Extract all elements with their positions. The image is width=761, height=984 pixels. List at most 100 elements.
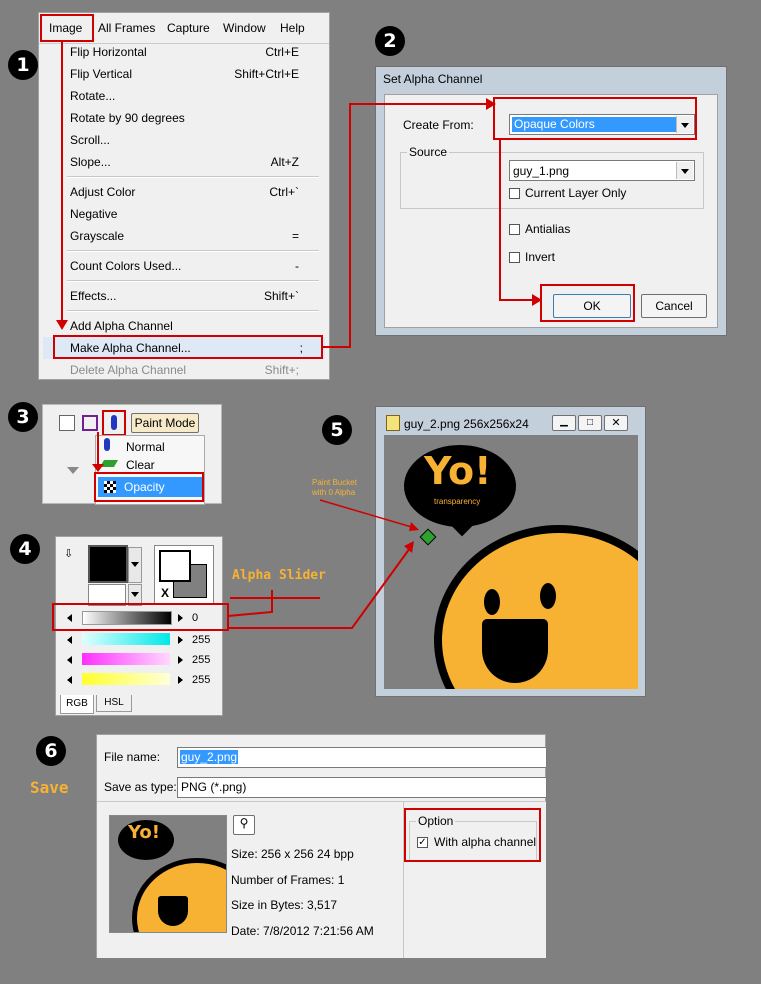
chevron-down-icon <box>131 562 139 567</box>
menu-panel: Image All Frames Capture Window Help Fli… <box>38 12 330 380</box>
highlight-alpha-slider <box>52 603 229 631</box>
magnifier-icon: ⚲ <box>239 816 249 830</box>
yellow-slider[interactable] <box>82 673 170 685</box>
cyan-right-arrow[interactable] <box>178 636 183 644</box>
menu-item-adjust-color[interactable]: Adjust Color Ctrl+` <box>39 181 319 203</box>
info-date: Date: 7/8/2012 7:21:56 AM <box>231 924 374 938</box>
step-badge-5: 5 <box>322 415 352 445</box>
tab-hsl[interactable]: HSL <box>96 695 132 712</box>
menu-separator <box>67 310 319 312</box>
info-frames: Number of Frames: 1 <box>231 873 345 887</box>
menu-capture[interactable]: Capture <box>167 21 210 35</box>
menu-all-frames[interactable]: All Frames <box>98 21 155 35</box>
yellow-value[interactable]: 255 <box>192 674 210 686</box>
frame-icon[interactable] <box>82 415 98 431</box>
highlight-with-alpha <box>404 808 541 862</box>
cyan-left-arrow[interactable] <box>67 636 72 644</box>
eraser-icon <box>99 460 119 467</box>
magenta-right-arrow[interactable] <box>178 656 183 664</box>
menu-item-count-colors[interactable]: Count Colors Used... - <box>39 255 319 277</box>
yellow-right-arrow[interactable] <box>178 676 183 684</box>
highlight-ok <box>540 284 635 322</box>
transparency-text: transparency <box>434 497 481 506</box>
color-swap-box[interactable]: X <box>154 545 214 605</box>
highlight-opacity <box>94 472 204 502</box>
menu-item-scroll[interactable]: Scroll... <box>39 129 319 151</box>
chevron-down-icon[interactable] <box>67 467 79 474</box>
current-layer-label: Current Layer Only <box>525 186 627 200</box>
menu-item-delete-alpha: Delete Alpha Channel Shift+; <box>70 363 299 377</box>
info-bytes: Size in Bytes: 3,517 <box>231 898 338 912</box>
minimize-button[interactable]: ▁ <box>552 415 576 431</box>
tab-rgb[interactable]: RGB <box>60 695 94 714</box>
step-badge-3: 3 <box>8 402 38 432</box>
close-button[interactable]: ✕ <box>604 415 628 431</box>
magenta-left-arrow[interactable] <box>67 656 72 664</box>
mode-normal[interactable]: Normal <box>126 440 165 454</box>
menu-separator <box>67 176 319 178</box>
chevron-down-icon <box>131 592 139 597</box>
step-badge-4: 4 <box>10 534 40 564</box>
face-eye-right <box>540 583 556 609</box>
save-type-label: Save as type: <box>104 780 177 794</box>
magenta-slider[interactable] <box>82 653 170 665</box>
thumb-mouth <box>158 896 188 926</box>
source-select[interactable]: guy_1.png <box>509 160 695 181</box>
yellow-left-arrow[interactable] <box>67 676 72 684</box>
menu-item-effects[interactable]: Effects... Shift+` <box>39 285 319 307</box>
paint-mode-brush-button[interactable] <box>102 410 126 436</box>
source-label: Source <box>407 145 450 159</box>
brush-icon <box>111 415 117 430</box>
paint-mode-button[interactable]: Paint Mode <box>131 413 199 433</box>
step-badge-2: 2 <box>375 26 405 56</box>
menu-item-flip-horizontal[interactable]: Flip Horizontal Ctrl+E <box>39 41 319 63</box>
yo-text: Yo! <box>424 449 492 493</box>
menu-item-negative[interactable]: Negative <box>39 203 319 225</box>
primary-color-swatch[interactable] <box>88 545 128 583</box>
window-title: guy_2.png 256x256x24 <box>404 417 529 431</box>
dropper-icon[interactable]: ⇩ <box>64 547 73 560</box>
step-badge-1: 1 <box>8 50 38 80</box>
swap-label: X <box>161 586 170 600</box>
cyan-slider[interactable] <box>82 633 170 645</box>
save-label: Save <box>30 778 69 797</box>
source-value: guy_1.png <box>513 164 570 178</box>
paint-bucket-annotation: Paint Bucket with 0 Alpha <box>312 478 357 497</box>
fg-color-square <box>159 550 191 582</box>
invert-checkbox[interactable] <box>509 252 520 263</box>
highlight-make-alpha <box>53 335 323 359</box>
mode-clear[interactable]: Clear <box>126 458 155 472</box>
cyan-value[interactable]: 255 <box>192 634 210 646</box>
alpha-slider-label: Alpha Slider <box>232 568 326 583</box>
antialias-checkbox[interactable] <box>509 224 520 235</box>
file-name-input[interactable]: guy_2.png <box>177 747 547 768</box>
toolbar-icon[interactable] <box>59 415 75 431</box>
menu-separator <box>67 250 319 252</box>
menu-window[interactable]: Window <box>223 21 266 35</box>
menu-item-rotate-90[interactable]: Rotate by 90 degrees <box>39 107 319 129</box>
brush-icon <box>104 438 110 451</box>
menu-item-rotate[interactable]: Rotate... <box>39 85 319 107</box>
thumb-yo-text: Yo! <box>128 822 160 843</box>
step-badge-6: 6 <box>36 736 66 766</box>
file-name-value: guy_2.png <box>180 750 239 764</box>
arrow-alpha-label <box>227 590 273 617</box>
save-type-select[interactable]: PNG (*.png) <box>177 777 547 798</box>
menu-help[interactable]: Help <box>280 21 305 35</box>
primary-color-dropdown[interactable] <box>128 547 142 583</box>
menu-item-slope[interactable]: Slope... Alt+Z <box>39 151 319 173</box>
magenta-value[interactable]: 255 <box>192 654 210 666</box>
info-size: Size: 256 x 256 24 bpp <box>231 847 354 861</box>
chevron-down-icon[interactable] <box>676 162 693 179</box>
menu-item-add-alpha[interactable]: Add Alpha Channel <box>39 315 319 337</box>
image-canvas[interactable]: Yo! transparency <box>384 435 638 689</box>
image-window: guy_2.png 256x256x24 ▁ □ ✕ Yo! transpare… <box>375 406 646 697</box>
menu-item-grayscale[interactable]: Grayscale = <box>39 225 319 247</box>
face-mouth <box>482 619 548 683</box>
current-layer-checkbox[interactable] <box>509 188 520 199</box>
cancel-button[interactable]: Cancel <box>641 294 707 318</box>
highlight-image-menu <box>40 14 94 42</box>
maximize-button[interactable]: □ <box>578 415 602 431</box>
menu-item-flip-vertical[interactable]: Flip Vertical Shift+Ctrl+E <box>39 63 319 85</box>
preview-zoom-button[interactable]: ⚲ <box>233 815 255 835</box>
